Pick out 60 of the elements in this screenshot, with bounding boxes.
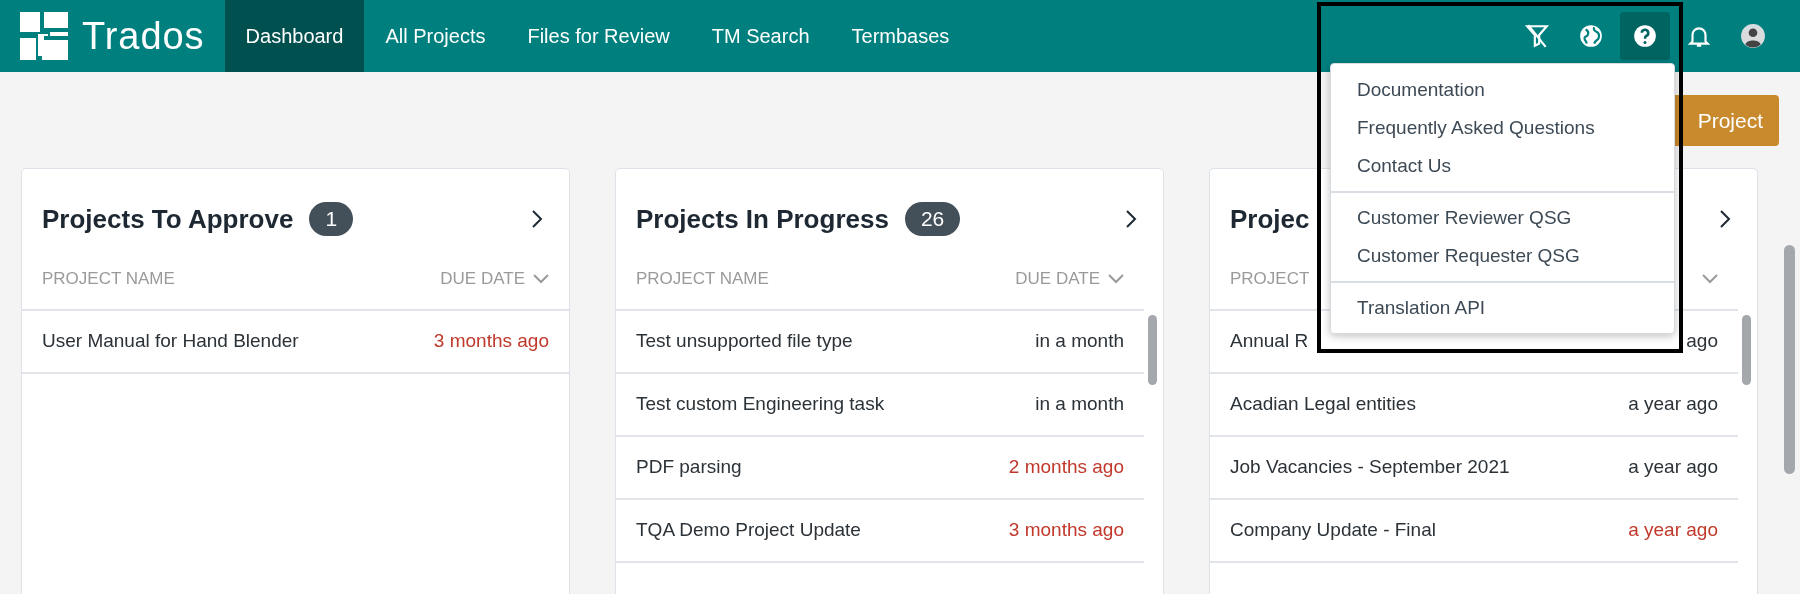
count-badge: 26: [904, 202, 961, 236]
project-name: User Manual for Hand Blender: [42, 329, 299, 354]
project-name: PDF parsing: [636, 455, 742, 480]
help-icon: [1632, 23, 1658, 49]
filter-off-icon: [1524, 23, 1550, 49]
page-scrollbar[interactable]: [1784, 245, 1795, 474]
help-button[interactable]: [1620, 12, 1670, 60]
project-row[interactable]: Test custom Engineering task in a month: [616, 374, 1144, 437]
globe-icon: [1578, 23, 1604, 49]
due-date: 3 months ago: [1008, 518, 1124, 543]
due-date: a year ago: [1628, 392, 1718, 417]
menu-item[interactable]: Documentation: [1331, 71, 1674, 109]
menu-item[interactable]: Contact Us: [1331, 147, 1674, 185]
project-row[interactable]: TQA Demo Project Update 3 months ago: [616, 500, 1144, 563]
nav-tab[interactable]: All Projects: [364, 0, 507, 72]
project-name: TQA Demo Project Update: [636, 518, 861, 543]
column-header: PROJECT NAME: [42, 268, 175, 291]
due-date: ago: [1686, 329, 1718, 354]
project-row[interactable]: User Manual for Hand Blender 3 months ago: [22, 311, 569, 374]
logo-text: Trados: [82, 17, 205, 55]
nav-tab[interactable]: Termbases: [830, 0, 971, 72]
project-name: Annual R: [1230, 329, 1309, 354]
due-date: a year ago: [1628, 455, 1718, 480]
menu-item[interactable]: Customer Reviewer QSG: [1331, 199, 1674, 237]
project-name: Test custom Engineering task: [636, 392, 885, 417]
project-name: Job Vacancies - September 2021: [1230, 455, 1510, 480]
nav-tab[interactable]: Dashboard: [224, 0, 365, 72]
column-header: PROJECT NAME: [636, 268, 769, 291]
project-row[interactable]: Job Vacancies - September 2021 a year ago: [1210, 437, 1738, 500]
chevron-right-icon[interactable]: [1125, 209, 1137, 229]
project-name: Acadian Legal entities: [1230, 392, 1416, 417]
project-row[interactable]: Acadian Legal entities a year ago: [1210, 374, 1738, 437]
due-date: a year ago: [1628, 518, 1718, 543]
card-title: Projects To Approve: [42, 202, 294, 236]
list-scrollbar[interactable]: [1742, 315, 1751, 385]
card-title: Projects In Progress: [636, 202, 889, 236]
sort-chevron-icon[interactable]: [533, 274, 549, 284]
project-name: Test unsupported file type: [636, 329, 853, 354]
nav-tab[interactable]: TM Search: [690, 0, 831, 72]
list-scrollbar[interactable]: [1148, 315, 1157, 385]
menu-item[interactable]: Frequently Asked Questions: [1331, 109, 1674, 147]
due-date: in a month: [1035, 329, 1124, 354]
project-row[interactable]: PDF parsing 2 months ago: [616, 437, 1144, 500]
column-header: PROJECT: [1230, 268, 1310, 291]
project-name: Company Update - Final: [1230, 518, 1436, 543]
due-date: 3 months ago: [433, 329, 549, 354]
chevron-right-icon[interactable]: [531, 209, 543, 229]
logo-icon: [18, 10, 70, 62]
project-row[interactable]: Company Update - Final a year ago: [1210, 500, 1738, 563]
sort-chevron-icon[interactable]: [1108, 274, 1124, 284]
chevron-right-icon[interactable]: [1719, 209, 1731, 229]
due-date: in a month: [1035, 392, 1124, 417]
card-title: Projec: [1230, 202, 1310, 236]
due-date: 2 months ago: [1008, 455, 1124, 480]
nav-tab[interactable]: Files for Review: [506, 0, 691, 72]
sort-chevron-icon[interactable]: [1702, 274, 1718, 284]
count-badge: 1: [309, 202, 354, 236]
menu-item[interactable]: Customer Requester QSG: [1331, 237, 1674, 275]
project-row[interactable]: Test unsupported file type in a month: [616, 311, 1144, 374]
avatar-icon: [1740, 23, 1766, 49]
